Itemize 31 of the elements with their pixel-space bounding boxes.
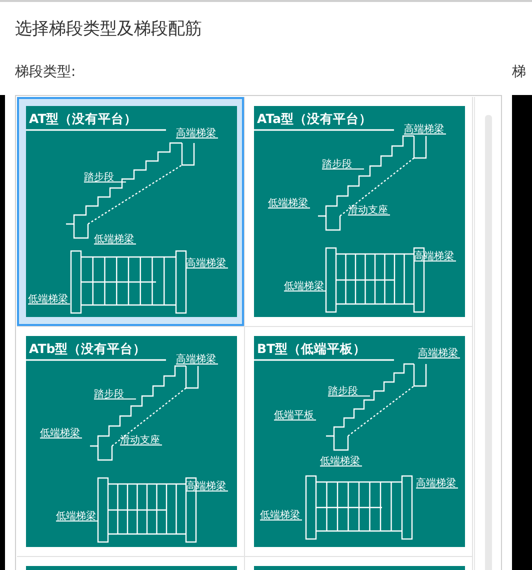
diagram-label: 低端梯梁 [94,234,134,245]
diagram-label: 高端梯梁 [176,128,216,139]
diagram-label: 高端梯梁 [404,124,444,135]
diagram-label: 滑动支座 [120,435,160,446]
diagram-label: 低端梯梁 [28,294,68,305]
diagram-label: 高端梯梁 [414,251,454,262]
diagram-label: 高端梯梁 [416,478,456,489]
diagram-label: 低端梯梁 [284,281,324,292]
diagram-title: AT型（没有平台） [29,111,138,126]
diagram-label: 踏步段 [328,386,358,397]
diagram-label: 低端梯梁 [320,456,360,467]
diagram-title: ATb型（没有平台） [29,341,146,356]
diagram-label: 滑动支座 [348,205,388,216]
diagram-label: 低端梯梁 [40,428,80,439]
diagram-label: 高端梯梁 [418,348,458,359]
diagram-label: 踏步段 [84,172,114,183]
diagram-label: 低端梯梁 [56,511,96,522]
diagram-label: 高端梯梁 [176,354,216,365]
diagram-label: 高端梯梁 [186,481,226,492]
diagram-title: ATa型（没有平台） [257,111,372,126]
diagram-label: 低端梯梁 [268,198,308,209]
field-label: 梯段类型: [15,62,76,80]
diagram-title: BT型（低端平板） [257,341,366,356]
dialog-title: 选择梯段类型及梯段配筋 [14,18,203,41]
stair-type-tile[interactable]: AT型（没有平台） 高端梯梁 踏步段 低端梯梁 高端梯梁 低端梯梁 [17,97,244,326]
diagram-label: 低端梯梁 [260,510,300,521]
diagram-label: 低端平板 [274,410,314,421]
field-label: 梯 [512,62,526,80]
diagram-label: 踏步段 [322,159,352,170]
diagram-label: 踏步段 [94,389,124,400]
diagram-label: 高端梯梁 [186,258,226,269]
